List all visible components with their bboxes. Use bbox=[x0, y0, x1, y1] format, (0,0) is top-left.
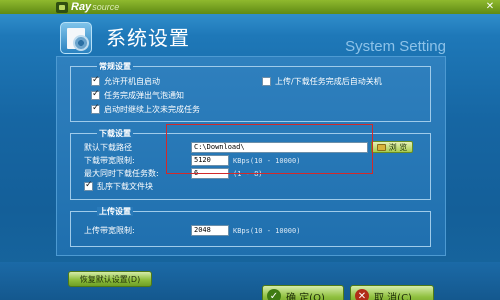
shuffle-checkbox[interactable] bbox=[84, 180, 93, 191]
raysource-logo-icon bbox=[56, 1, 68, 13]
download-path-input[interactable]: C:\Download\ bbox=[191, 142, 368, 153]
max-tasks-input[interactable]: 6 bbox=[191, 168, 229, 179]
download-bandwidth-input[interactable]: 5120 bbox=[191, 155, 229, 166]
browse-button[interactable]: 浏 览 bbox=[371, 141, 413, 153]
page-title: 系统设置 bbox=[106, 26, 190, 50]
max-tasks-label: 最大同时下载任务数: bbox=[84, 169, 159, 178]
restore-defaults-button[interactable]: 恢复默认设置(D) bbox=[68, 271, 152, 287]
download-settings-legend: 下载设置 bbox=[97, 129, 133, 138]
ok-button[interactable]: ✓ 确 定(O) bbox=[262, 285, 344, 300]
shuffle-option[interactable]: 乱序下载文件块 bbox=[84, 180, 153, 191]
cancel-button[interactable]: ✕ 取 消(C) bbox=[350, 285, 434, 300]
shutdown-label: 上传/下载任务完成后自动关机 bbox=[275, 76, 382, 86]
shutdown-checkbox[interactable] bbox=[262, 76, 271, 86]
download-path-label: 默认下载路径 bbox=[84, 143, 132, 152]
restore-defaults-label: 恢复默认设置(D) bbox=[79, 274, 141, 284]
checkmark-icon: ✓ bbox=[267, 289, 281, 300]
browse-button-label: 浏 览 bbox=[388, 142, 408, 152]
cancel-x-icon: ✕ bbox=[355, 289, 369, 300]
shuffle-label: 乱序下载文件块 bbox=[97, 181, 153, 191]
autostart-checkbox[interactable] bbox=[91, 75, 100, 86]
close-icon[interactable]: ✕ bbox=[483, 1, 497, 13]
notify-label: 任务完成弹出气泡通知 bbox=[104, 90, 184, 100]
notify-option[interactable]: 任务完成弹出气泡通知 bbox=[91, 89, 184, 100]
resume-checkbox[interactable] bbox=[91, 103, 100, 114]
download-bandwidth-unit: KBps(10 - 10000) bbox=[233, 157, 301, 165]
general-settings-legend: 常规设置 bbox=[97, 62, 133, 71]
upload-bandwidth-unit: KBps(10 - 10000) bbox=[233, 227, 301, 235]
brand-source-text: source bbox=[92, 2, 120, 12]
download-bandwidth-label: 下载带宽限制: bbox=[84, 156, 135, 165]
ok-button-label: 确 定(O) bbox=[286, 292, 325, 300]
brand-ray-text: Ray bbox=[71, 1, 92, 13]
settings-window: Ray source ✕ 系统设置 System Setting 常规设置 允许… bbox=[0, 0, 500, 300]
upload-bandwidth-input[interactable]: 2048 bbox=[191, 225, 229, 236]
upload-bandwidth-label: 上传带宽限制: bbox=[84, 226, 135, 235]
folder-icon bbox=[376, 143, 386, 151]
notify-checkbox[interactable] bbox=[91, 89, 100, 100]
max-tasks-range: (1 - 8) bbox=[233, 170, 263, 178]
autostart-label: 允许开机自启动 bbox=[104, 76, 160, 86]
title-bar: Ray source ✕ bbox=[0, 0, 500, 14]
resume-option[interactable]: 启动时继续上次未完成任务 bbox=[91, 103, 200, 114]
cancel-button-label: 取 消(C) bbox=[374, 292, 412, 300]
page-title-english: System Setting bbox=[345, 38, 446, 55]
raysource-logo: Ray source bbox=[56, 1, 119, 13]
autostart-option[interactable]: 允许开机自启动 bbox=[91, 75, 160, 86]
resume-label: 启动时继续上次未完成任务 bbox=[104, 104, 200, 114]
upload-settings-legend: 上传设置 bbox=[97, 207, 133, 216]
settings-gear-icon bbox=[60, 22, 92, 54]
shutdown-option[interactable]: 上传/下载任务完成后自动关机 bbox=[262, 76, 382, 86]
